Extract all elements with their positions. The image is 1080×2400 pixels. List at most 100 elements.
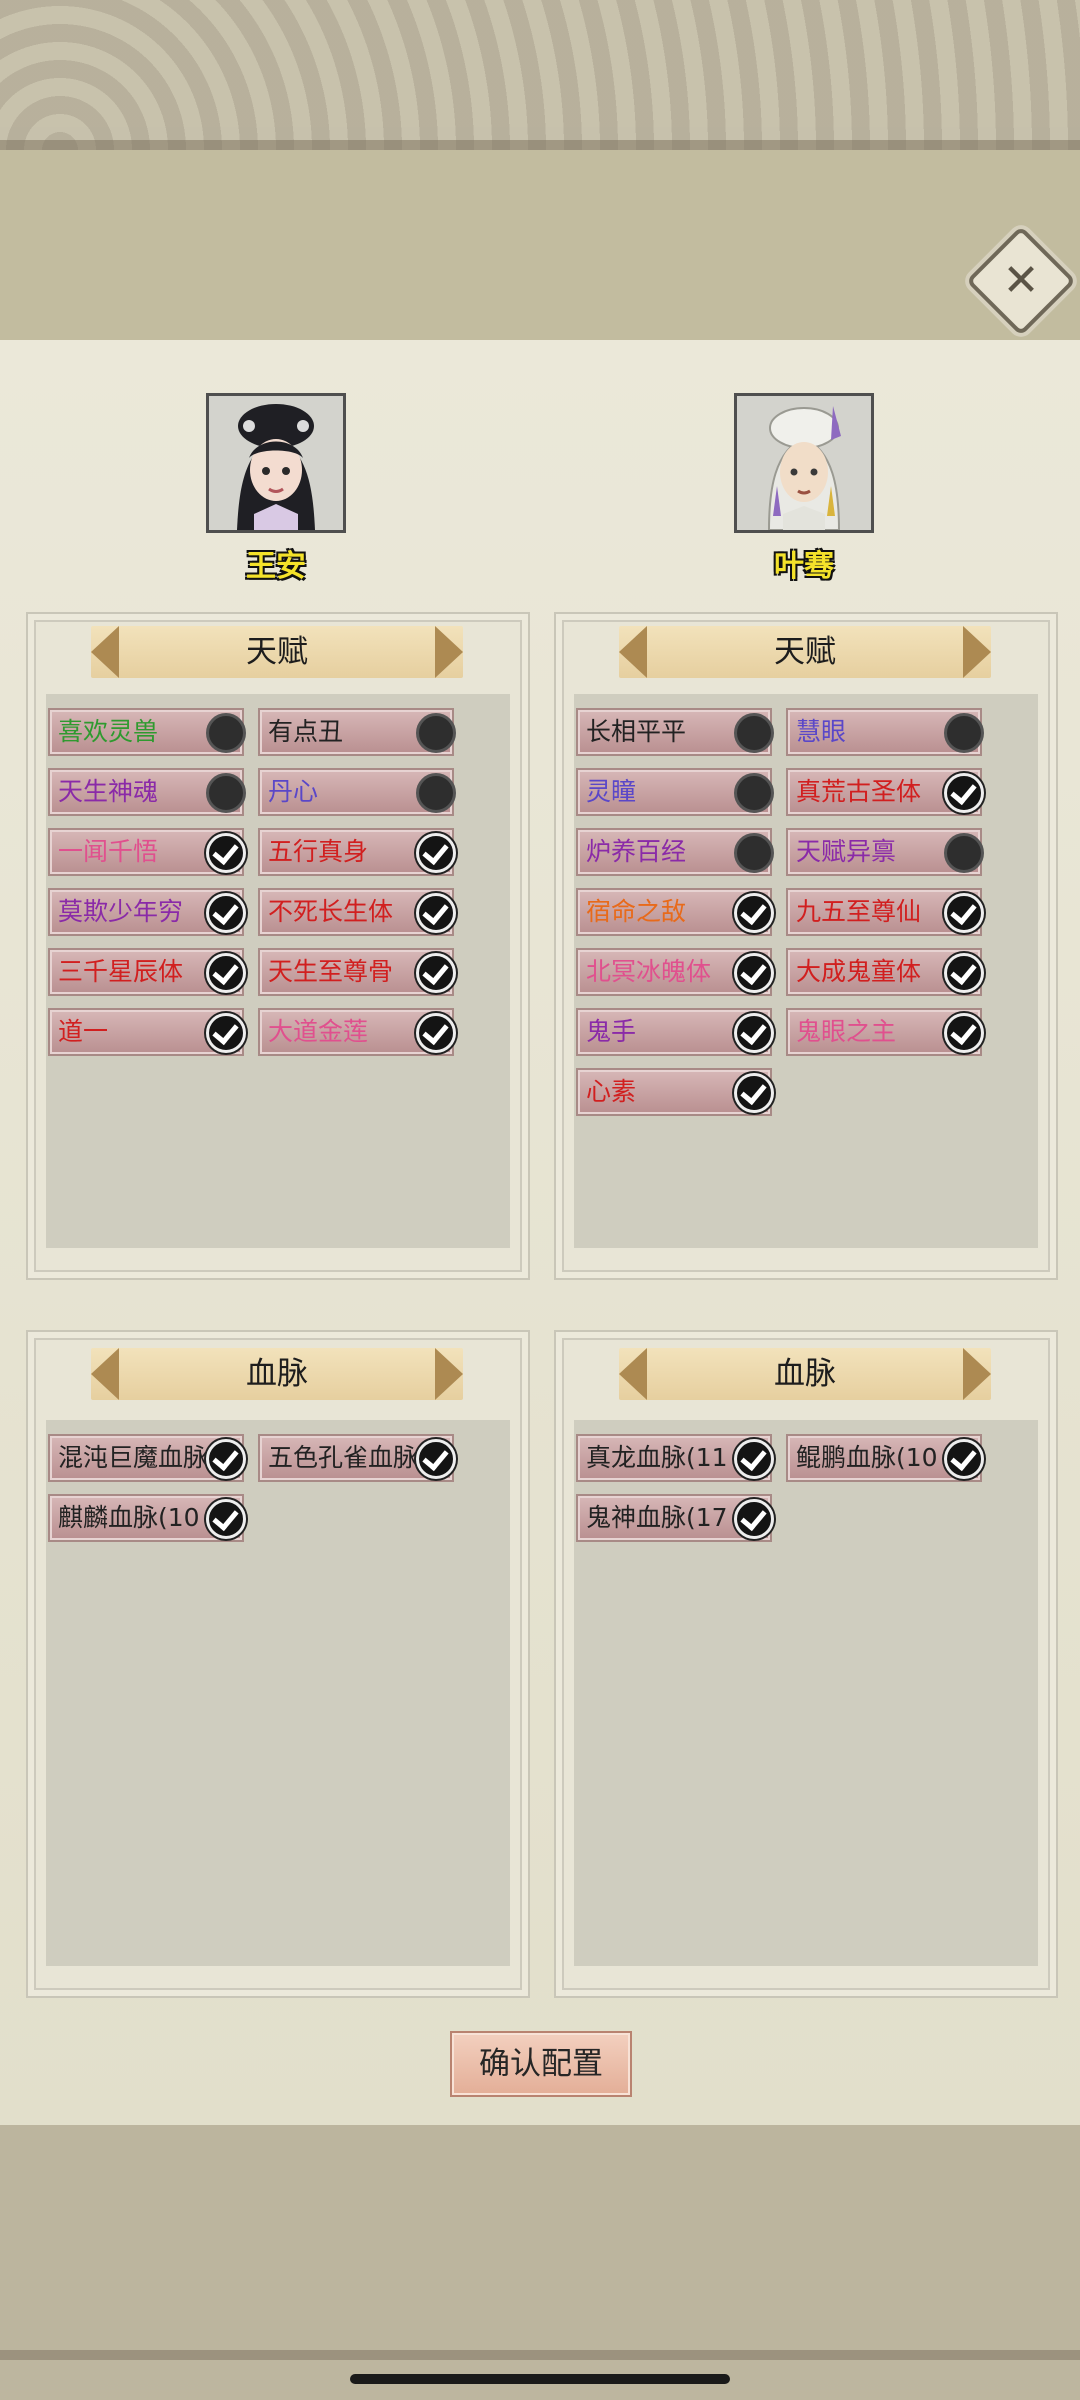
checkmark-icon[interactable] — [944, 893, 984, 933]
trait-chip[interactable]: 鬼眼之主 — [786, 1008, 984, 1056]
confirm-config-button[interactable]: 确认配置 — [450, 2031, 632, 2097]
left-talents-title: 天赋 — [246, 634, 308, 670]
arrow-right-icon[interactable] — [963, 1348, 991, 1400]
trait-label: 丹心 — [268, 777, 319, 806]
trait-label: 炉养百经 — [586, 837, 687, 866]
trait-chip[interactable]: 鲲鹏血脉(10 — [786, 1434, 984, 1482]
checkmark-icon[interactable] — [734, 1499, 774, 1539]
trait-chip[interactable]: 有点丑 — [258, 708, 456, 756]
trait-label: 麒麟血脉(10 — [58, 1503, 200, 1532]
right-character-portrait[interactable] — [734, 393, 874, 533]
checkmark-icon[interactable] — [734, 1013, 774, 1053]
trait-chip[interactable]: 鬼手 — [576, 1008, 774, 1056]
trait-label: 鲲鹏血脉(10 — [796, 1443, 938, 1472]
checkmark-icon[interactable] — [416, 833, 456, 873]
checkmark-icon[interactable] — [416, 1439, 456, 1479]
checkmark-icon[interactable] — [734, 953, 774, 993]
trait-label: 心素 — [586, 1077, 637, 1106]
left-bloodline-title: 血脉 — [246, 1356, 308, 1392]
checkmark-icon[interactable] — [734, 893, 774, 933]
trait-chip[interactable]: 道一 — [48, 1008, 246, 1056]
trait-label: 真龙血脉(11 — [586, 1443, 728, 1472]
unchecked-circle-icon[interactable] — [206, 773, 246, 813]
trait-chip[interactable]: 喜欢灵兽 — [48, 708, 246, 756]
trait-chip[interactable]: 大成鬼童体 — [786, 948, 984, 996]
trait-chip[interactable]: 五色孔雀血脉(1) — [258, 1434, 456, 1482]
trait-chip[interactable]: 长相平平 — [576, 708, 774, 756]
checkmark-icon[interactable] — [944, 953, 984, 993]
arrow-right-icon[interactable] — [435, 1348, 463, 1400]
trait-chip[interactable]: 鬼神血脉(17 — [576, 1494, 774, 1542]
trait-chip[interactable]: 大道金莲 — [258, 1008, 456, 1056]
trait-chip[interactable]: 天生神魂 — [48, 768, 246, 816]
trait-chip[interactable]: 真荒古圣体 — [786, 768, 984, 816]
checkmark-icon[interactable] — [944, 1439, 984, 1479]
bottom-decorative-band — [0, 2125, 1080, 2360]
trait-chip[interactable]: 混沌巨魔血脉(1 — [48, 1434, 246, 1482]
left-character-portrait[interactable] — [206, 393, 346, 533]
right-talents-title-banner: 天赋 — [619, 626, 991, 678]
unchecked-circle-icon[interactable] — [734, 833, 774, 873]
checkmark-icon[interactable] — [416, 1013, 456, 1053]
left-character[interactable]: 王安 — [206, 393, 346, 585]
trait-chip[interactable]: 灵瞳 — [576, 768, 774, 816]
trait-chip[interactable]: 丹心 — [258, 768, 456, 816]
unchecked-circle-icon[interactable] — [734, 773, 774, 813]
trait-chip[interactable]: 心素 — [576, 1068, 774, 1116]
trait-label: 宿命之敌 — [586, 897, 687, 926]
header-band — [0, 150, 1080, 340]
trait-chip[interactable]: 五行真身 — [258, 828, 456, 876]
left-talents-title-banner: 天赋 — [91, 626, 463, 678]
arrow-right-icon[interactable] — [963, 626, 991, 678]
trait-label: 鬼神血脉(17 — [586, 1503, 728, 1532]
checkmark-icon[interactable] — [416, 953, 456, 993]
trait-label: 喜欢灵兽 — [58, 717, 159, 746]
trait-chip[interactable]: 北冥冰魄体 — [576, 948, 774, 996]
checkmark-icon[interactable] — [416, 893, 456, 933]
trait-chip[interactable]: 不死长生体 — [258, 888, 456, 936]
trait-chip[interactable]: 天生至尊骨 — [258, 948, 456, 996]
left-talents-section: 天赋 喜欢灵兽 有点丑 天生神魂 丹心一闻千悟 五行真身 莫欺少年穷 不死长生体 三千星辰体 天… — [26, 612, 530, 1280]
trait-chip[interactable]: 真龙血脉(11 — [576, 1434, 774, 1482]
trait-label: 慧眼 — [796, 717, 847, 746]
trait-chip[interactable]: 九五至尊仙 — [786, 888, 984, 936]
checkmark-icon[interactable] — [944, 1013, 984, 1053]
checkmark-icon[interactable] — [206, 1439, 246, 1479]
unchecked-circle-icon[interactable] — [944, 713, 984, 753]
right-bloodline-title-banner: 血脉 — [619, 1348, 991, 1400]
unchecked-circle-icon[interactable] — [416, 713, 456, 753]
arrow-right-icon[interactable] — [435, 626, 463, 678]
home-indicator[interactable] — [350, 2374, 730, 2384]
checkmark-icon[interactable] — [206, 833, 246, 873]
left-character-name: 王安 — [246, 549, 306, 584]
trait-label: 一闻千悟 — [58, 837, 159, 866]
checkmark-icon[interactable] — [206, 953, 246, 993]
right-character[interactable]: 叶骞 — [734, 393, 874, 585]
trait-chip[interactable]: 天赋异禀 — [786, 828, 984, 876]
trait-chip[interactable]: 莫欺少年穷 — [48, 888, 246, 936]
trait-chip[interactable]: 三千星辰体 — [48, 948, 246, 996]
trait-chip[interactable]: 宿命之敌 — [576, 888, 774, 936]
checkmark-icon[interactable] — [944, 773, 984, 813]
checkmark-icon[interactable] — [206, 1013, 246, 1053]
left-bloodline-section: 血脉 混沌巨魔血脉(1 五色孔雀血脉(1) 麒麟血脉(10 — [26, 1330, 530, 1998]
checkmark-icon[interactable] — [206, 1499, 246, 1539]
trait-label: 不死长生体 — [268, 897, 394, 926]
trait-chip[interactable]: 炉养百经 — [576, 828, 774, 876]
trait-label: 鬼眼之主 — [796, 1017, 897, 1046]
trait-chip[interactable]: 一闻千悟 — [48, 828, 246, 876]
trait-chip[interactable]: 慧眼 — [786, 708, 984, 756]
checkmark-icon[interactable] — [734, 1073, 774, 1113]
unchecked-circle-icon[interactable] — [416, 773, 456, 813]
trait-label: 大道金莲 — [268, 1017, 369, 1046]
trait-label: 大成鬼童体 — [796, 957, 922, 986]
unchecked-circle-icon[interactable] — [944, 833, 984, 873]
checkmark-icon[interactable] — [206, 893, 246, 933]
right-talents-section: 天赋 长相平平 慧眼 灵瞳 真荒古圣体炉养百经 天赋异禀宿命之敌 九五至尊仙 北冥冰魄体 大成… — [554, 612, 1058, 1280]
trait-chip[interactable]: 麒麟血脉(10 — [48, 1494, 246, 1542]
left-bloodline-title-banner: 血脉 — [91, 1348, 463, 1400]
trait-label: 天生至尊骨 — [268, 957, 394, 986]
unchecked-circle-icon[interactable] — [206, 713, 246, 753]
unchecked-circle-icon[interactable] — [734, 713, 774, 753]
checkmark-icon[interactable] — [734, 1439, 774, 1479]
